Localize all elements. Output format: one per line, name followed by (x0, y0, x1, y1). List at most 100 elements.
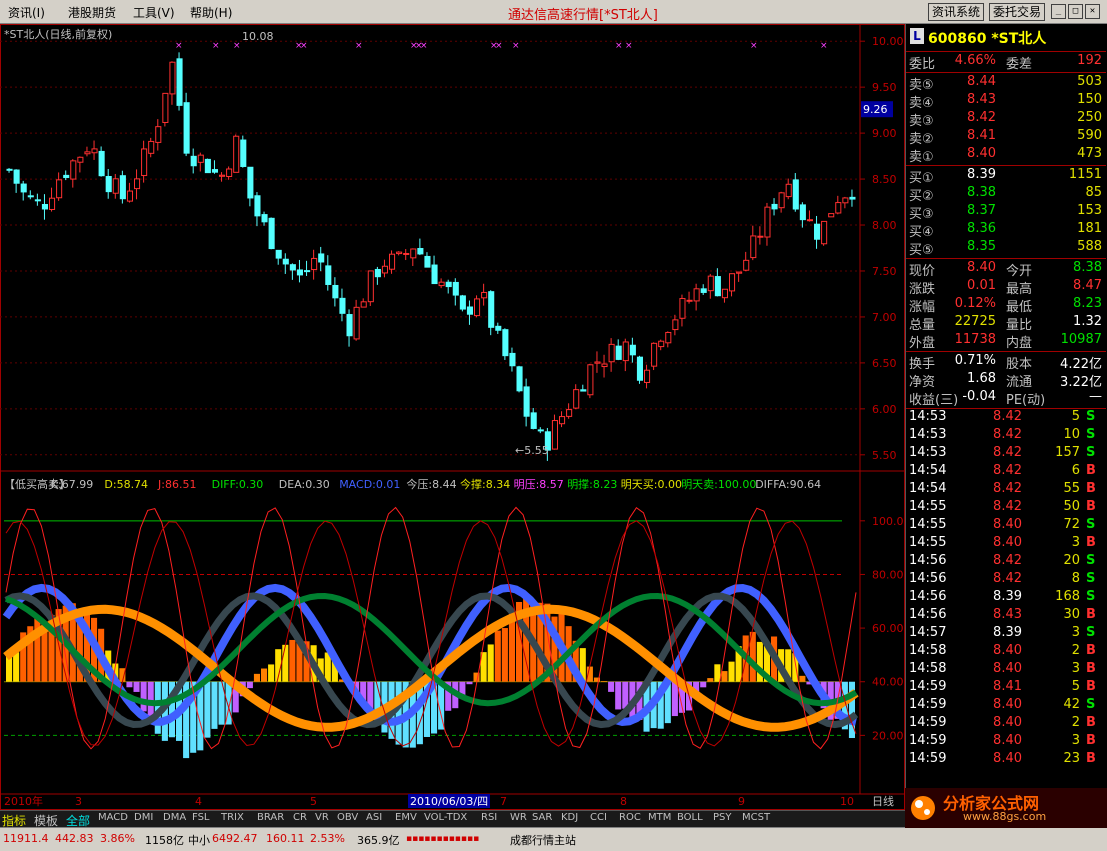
ask-label: 卖③ (909, 114, 934, 129)
price-tick-label: 10.00 (872, 35, 904, 48)
candlestick-chart[interactable]: 10.00 9.50 9.00 8.50 8.00 7.50 7.00 6.50 6.00 5.5… (0, 24, 905, 810)
indicator-tab[interactable]: MTM (648, 812, 671, 823)
menu-hk-futures[interactable]: 港股期货 (68, 4, 116, 21)
indicator-tab[interactable]: WR (510, 812, 527, 823)
menu-help[interactable]: 帮助(H) (190, 4, 232, 21)
candle (49, 197, 56, 210)
tick-volume: 72 (1063, 517, 1080, 532)
ask-row[interactable]: 卖① 8.40 473 (906, 146, 1106, 165)
tick-price: 8.42 (993, 499, 1022, 514)
indicator-tab[interactable]: CR (293, 812, 307, 823)
ask-label: 卖② (909, 132, 934, 147)
candle (821, 220, 828, 245)
indicator-tab[interactable]: ASI (366, 812, 382, 823)
tick-price: 8.39 (993, 625, 1022, 640)
trade-button[interactable]: 委托交易 (989, 3, 1046, 21)
bid-row[interactable]: 买① 8.39 1151 (906, 167, 1106, 186)
tick-side: S (1086, 571, 1096, 586)
stat-row: 总量 22725 量比 1.32 (906, 314, 1106, 333)
ask-label: 卖① (909, 150, 934, 165)
info-system-button[interactable]: 资讯系统 (928, 3, 985, 21)
indicator-bar (261, 668, 268, 682)
chart-area[interactable]: 10.00 9.50 9.00 8.50 8.00 7.50 7.00 6.50 6.00 5.5… (0, 24, 905, 810)
indicator-tab[interactable]: EMV (395, 812, 417, 823)
ask-row[interactable]: 卖② 8.41 590 (906, 128, 1106, 147)
indicator-tab[interactable]: VR (315, 812, 329, 823)
candle (339, 297, 346, 314)
menu-info[interactable]: 资讯(I) (8, 4, 45, 21)
indicator-tick-label: 20.00 (872, 729, 904, 742)
ask-row[interactable]: 卖④ 8.43 150 (906, 92, 1106, 111)
bid-price: 8.39 (967, 167, 996, 182)
tick-time: 14:56 (909, 589, 947, 604)
stat-value: 8.40 (967, 260, 996, 275)
close-icon[interactable]: ✕ (1085, 4, 1100, 19)
candle (56, 179, 63, 199)
tick-volume: 42 (1063, 697, 1080, 712)
ask-price: 8.41 (967, 128, 996, 143)
bid-label: 买⑤ (909, 243, 934, 258)
indicator-tab[interactable]: PSY (713, 812, 732, 823)
candle (381, 265, 388, 274)
tick-side: B (1086, 661, 1096, 676)
indicator-tab[interactable]: CCI (590, 812, 607, 823)
candle (431, 264, 438, 285)
menu-tools[interactable]: 工具(V) (133, 4, 175, 21)
candle (622, 341, 629, 362)
bid-row[interactable]: 买④ 8.36 181 (906, 221, 1106, 240)
price-tick-label: 9.00 (872, 127, 897, 140)
logo-watermark: 分析家公式网 www.88gs.com (905, 788, 1107, 828)
indicator-tab[interactable]: RSI (481, 812, 497, 823)
indicator-bar (126, 681, 133, 688)
indicator-header-item: 明天卖:100.00 (681, 478, 756, 491)
signal-marker: × (355, 41, 363, 51)
candle (204, 158, 211, 174)
indicator-tab[interactable]: BRAR (257, 812, 284, 823)
indicator-tab[interactable]: BOLL (677, 812, 703, 823)
indicator-tab[interactable]: TRIX (221, 812, 244, 823)
ask-row[interactable]: 卖③ 8.42 250 (906, 110, 1106, 129)
minimize-icon[interactable]: _ (1051, 4, 1066, 19)
tick-side: B (1086, 679, 1096, 694)
indicator-tab[interactable]: DMI (134, 812, 153, 823)
candle (474, 298, 481, 317)
maximize-icon[interactable]: □ (1068, 4, 1083, 19)
candle (750, 235, 757, 259)
tick-side: S (1086, 427, 1096, 442)
indicator-tab[interactable]: DMA (163, 812, 186, 823)
candle (275, 249, 282, 259)
station-label[interactable]: 成都行情主站 (510, 832, 576, 848)
signal-marker: × (300, 41, 308, 51)
indicator-tab[interactable]: MACD (98, 812, 128, 823)
bid-row[interactable]: 买② 8.38 85 (906, 185, 1106, 204)
indicator-tab[interactable]: SAR (532, 812, 552, 823)
candle (693, 288, 700, 302)
indicator-tick-label: 80.00 (872, 568, 904, 581)
candle (261, 214, 268, 223)
candle (587, 364, 594, 396)
candle (792, 179, 799, 210)
indicator-tab[interactable]: OBV (337, 812, 358, 823)
stat-label: 内盘 (1006, 336, 1033, 351)
indicator-tab[interactable]: ROC (619, 812, 641, 823)
signal-marker: × (212, 41, 220, 51)
tick-row: 14:56 8.42 8 S (906, 571, 1106, 589)
indicator-tab[interactable]: VOL-TDX (424, 812, 467, 823)
indicator-tab[interactable]: KDJ (561, 812, 578, 823)
tick-row: 14:54 8.42 55 B (906, 481, 1106, 499)
tick-price: 8.40 (993, 697, 1022, 712)
indicator-tab[interactable]: FSL (192, 812, 210, 823)
stat-row: 外盘 11738 内盘 10987 (906, 332, 1106, 351)
candle (254, 195, 261, 217)
candle (126, 190, 133, 202)
candle (282, 258, 289, 265)
candle (403, 252, 410, 255)
candle (551, 420, 559, 450)
ask-row[interactable]: 卖⑤ 8.44 503 (906, 74, 1106, 93)
tick-time: 14:57 (909, 625, 947, 640)
indicator-tab[interactable]: MCST (742, 812, 770, 823)
bid-row[interactable]: 买⑤ 8.35 588 (906, 239, 1106, 258)
tick-price: 8.40 (993, 517, 1022, 532)
bid-row[interactable]: 买③ 8.37 153 (906, 203, 1106, 222)
stat-label: 量比 (1006, 318, 1033, 333)
